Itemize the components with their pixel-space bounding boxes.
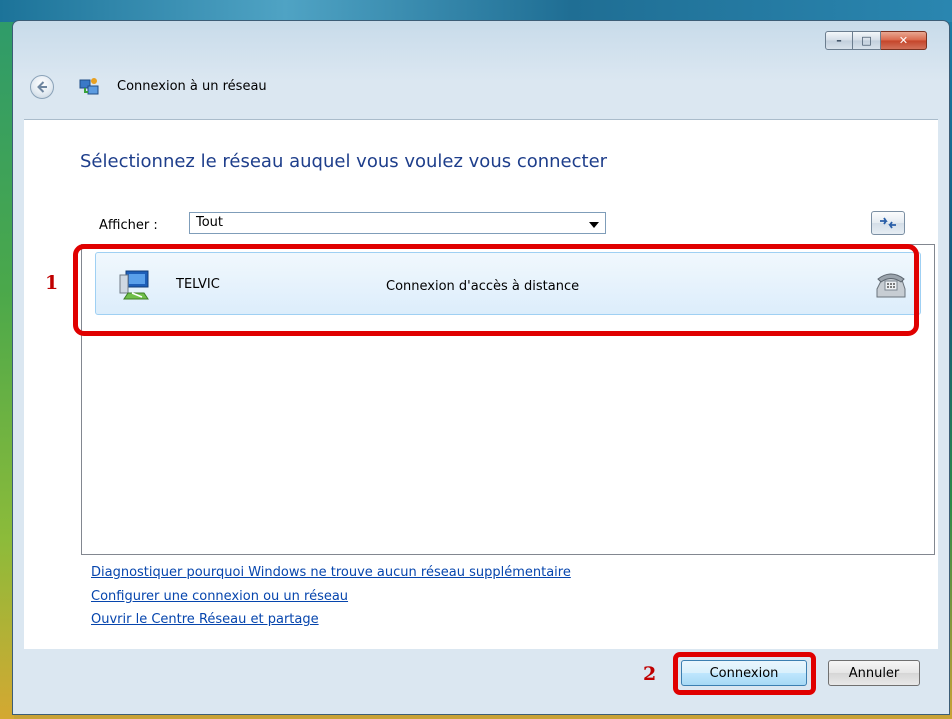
- maximize-icon: □: [861, 34, 872, 47]
- window-title: Connexion à un réseau: [117, 79, 267, 94]
- back-arrow-icon: [37, 81, 47, 93]
- desktop-edge-top: [0, 0, 952, 22]
- network-center-link[interactable]: Ouvrir le Centre Réseau et partage: [91, 612, 319, 627]
- step-marker-2: 2: [643, 663, 657, 685]
- show-filter-value: Tout: [196, 215, 224, 230]
- highlight-frame-network: [73, 244, 919, 336]
- step-marker-1: 1: [45, 272, 59, 294]
- minimize-button[interactable]: –: [825, 31, 853, 50]
- network-connection-icon: [79, 78, 99, 95]
- refresh-icon: [880, 217, 896, 229]
- refresh-button[interactable]: [871, 211, 905, 235]
- show-filter-dropdown[interactable]: Tout: [189, 212, 606, 234]
- connect-to-network-window: – □ ✕ Connexion à un réseau Sélectionnez…: [12, 20, 950, 715]
- back-button[interactable]: [30, 75, 54, 99]
- maximize-button[interactable]: □: [853, 31, 881, 50]
- show-filter-label: Afficher :: [99, 218, 158, 233]
- close-icon: ✕: [898, 34, 909, 47]
- diagnose-link[interactable]: Diagnostiquer pourquoi Windows ne trouve…: [91, 565, 571, 580]
- page-heading: Sélectionnez le réseau auquel vous voule…: [80, 151, 608, 172]
- highlight-frame-connect: [673, 652, 816, 695]
- configure-connection-link[interactable]: Configurer une connexion ou un réseau: [91, 589, 348, 604]
- content-area: Sélectionnez le réseau auquel vous voule…: [24, 119, 938, 649]
- minimize-icon: –: [836, 34, 842, 47]
- chevron-down-icon: [589, 222, 599, 228]
- close-button[interactable]: ✕: [881, 31, 927, 50]
- cancel-button[interactable]: Annuler: [828, 660, 920, 686]
